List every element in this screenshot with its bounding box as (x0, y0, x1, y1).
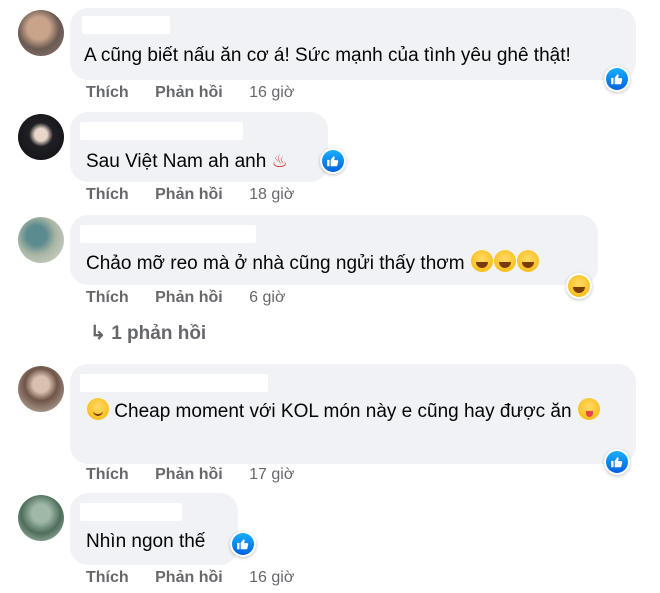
comment-actions: Thích Phản hồi 16 giờ (86, 569, 316, 587)
view-replies-link[interactable]: ↳ 1 phản hồi (90, 322, 206, 345)
view-replies-label: 1 phản hồi (111, 323, 207, 344)
reaction-badge[interactable] (566, 273, 592, 299)
comment-actions: Thích Phản hồi 18 giờ (86, 186, 316, 204)
like-icon (606, 68, 628, 90)
comment-bubble: A cũng biết nấu ăn cơ á! Sức mạnh của tì… (70, 8, 636, 80)
comment-bubble: Cheap moment với KOL món này e cũng hay … (70, 364, 636, 464)
comment-text-content: Sau Việt Nam ah anh (86, 151, 267, 172)
like-button[interactable]: Thích (86, 289, 129, 306)
like-button[interactable]: Thích (86, 84, 129, 101)
timestamp[interactable]: 18 giờ (249, 186, 294, 203)
commenter-name[interactable] (80, 225, 256, 243)
reply-button[interactable]: Phản hồi (155, 289, 223, 306)
reply-button[interactable]: Phản hồi (155, 84, 223, 101)
comment-text: Sau Việt Nam ah anh ♨ (86, 146, 288, 177)
timestamp[interactable]: 16 giờ (249, 84, 294, 101)
reaction-badge[interactable] (604, 66, 630, 92)
commenter-name[interactable] (82, 16, 170, 34)
comment-text: Chảo mỡ reo mà ở nhà cũng ngửi thấy thơm (86, 249, 539, 279)
timestamp[interactable]: 6 giờ (249, 289, 285, 306)
comment-actions: Thích Phản hồi 17 giờ (86, 466, 316, 484)
laugh-cry-icon (516, 250, 539, 272)
yum-icon (577, 398, 600, 420)
like-button[interactable]: Thích (86, 186, 129, 203)
comment-text-content: Chảo mỡ reo mà ở nhà cũng ngửi thấy thơm (86, 253, 465, 274)
like-button[interactable]: Thích (86, 466, 129, 483)
laugh-cry-icon (470, 250, 493, 272)
commenter-name[interactable] (80, 503, 182, 521)
comment-text: A cũng biết nấu ăn cơ á! Sức mạnh của tì… (84, 45, 571, 66)
avatar[interactable] (18, 366, 64, 412)
avatar[interactable] (18, 217, 64, 263)
comment-text-content: Cheap moment với KOL món này e cũng hay … (114, 401, 572, 422)
reply-button[interactable]: Phản hồi (155, 466, 223, 483)
commenter-name[interactable] (80, 374, 268, 392)
reply-button[interactable]: Phản hồi (155, 186, 223, 203)
comment-text: Cheap moment với KOL món này e cũng hay … (86, 397, 626, 427)
reaction-badge[interactable] (604, 449, 630, 475)
reply-arrow-icon: ↳ (90, 323, 106, 344)
avatar[interactable] (18, 114, 64, 160)
reply-button[interactable]: Phản hồi (155, 569, 223, 586)
avatar[interactable] (18, 495, 64, 541)
timestamp[interactable]: 17 giờ (249, 466, 294, 483)
commenter-name[interactable] (80, 122, 243, 140)
avatar[interactable] (18, 10, 64, 56)
comment-bubble: Chảo mỡ reo mà ở nhà cũng ngửi thấy thơm (70, 215, 598, 285)
like-icon (322, 150, 344, 172)
comment-bubble: Nhìn ngon thế (70, 493, 238, 565)
like-button[interactable]: Thích (86, 569, 129, 586)
laugh-cry-icon (493, 250, 516, 272)
steam-icon: ♨ (271, 151, 288, 171)
comment-bubble: Sau Việt Nam ah anh ♨ (70, 112, 328, 182)
relieved-icon (87, 398, 109, 420)
haha-icon (568, 275, 590, 297)
comment-text: Nhìn ngon thế (86, 531, 206, 552)
timestamp[interactable]: 16 giờ (249, 569, 294, 586)
like-icon (232, 533, 254, 555)
comment-actions: Thích Phản hồi 16 giờ (86, 84, 316, 102)
comment-actions: Thích Phản hồi 6 giờ (86, 289, 307, 307)
reaction-badge[interactable] (320, 148, 346, 174)
like-icon (606, 451, 628, 473)
reaction-badge[interactable] (230, 531, 256, 557)
